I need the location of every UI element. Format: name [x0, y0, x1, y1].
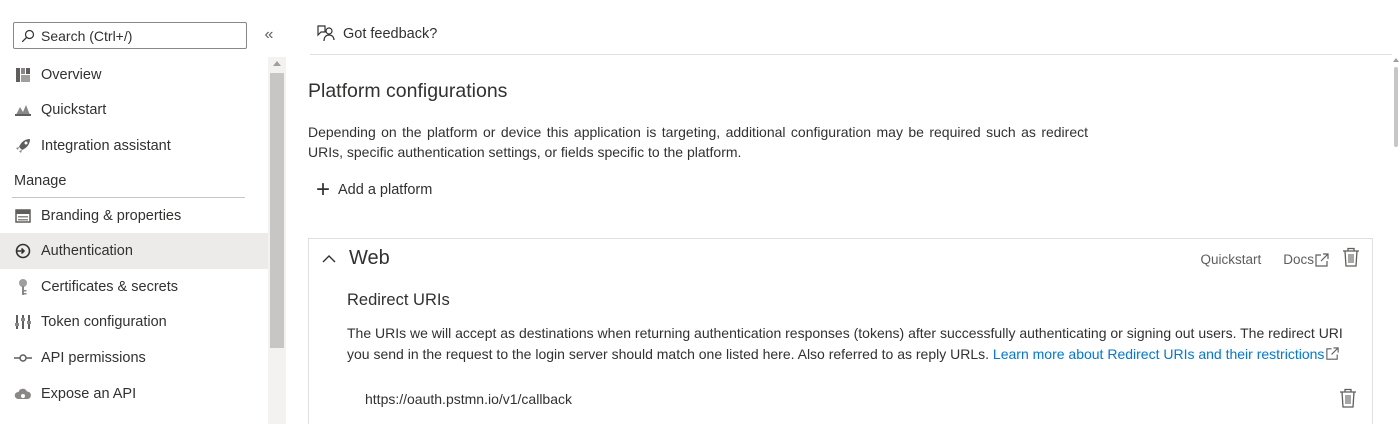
- page-title: Platform configurations: [308, 80, 508, 102]
- web-platform-card: Web Quickstart Docs Redirect URIs The UR…: [308, 238, 1373, 424]
- scroll-up-arrow-icon[interactable]: [1393, 58, 1399, 62]
- chevron-up-icon: [322, 254, 336, 262]
- rocket-icon: [14, 137, 32, 155]
- quickstart-link[interactable]: Quickstart: [1200, 252, 1261, 267]
- page-description: Depending on the platform or device this…: [308, 124, 1088, 160]
- sidebar-item-label: Overview: [41, 66, 102, 83]
- authentication-icon: [14, 242, 32, 260]
- web-card-toggle[interactable]: Web: [321, 247, 390, 270]
- plus-icon: +: [316, 176, 331, 203]
- external-link-icon: [1315, 252, 1329, 267]
- sidebar-item-label: Quickstart: [41, 102, 107, 119]
- platform-name: Web: [349, 247, 390, 269]
- sidebar-item-label: Branding & properties: [41, 207, 182, 224]
- sidebar-item-expose-an-api[interactable]: Expose an API: [0, 376, 268, 412]
- sidebar-item-api-permissions[interactable]: API permissions: [0, 340, 268, 376]
- sidebar-section-manage: Manage: [0, 164, 268, 198]
- header-divider: [310, 54, 1392, 55]
- add-platform-label: Add a platform: [338, 182, 433, 198]
- sidebar-nav: Overview Quickstart Integration assistan…: [0, 57, 268, 411]
- sidebar-item-token-configuration[interactable]: Token configuration: [0, 305, 268, 341]
- sidebar: Search (Ctrl+/) « Overview Quickstart In…: [0, 0, 286, 424]
- redirect-uris-heading: Redirect URIs: [347, 291, 450, 309]
- cloud-icon: [14, 385, 32, 403]
- delete-platform-button[interactable]: [1342, 247, 1360, 272]
- search-box[interactable]: Search (Ctrl+/): [13, 22, 247, 49]
- sidebar-item-overview[interactable]: Overview: [0, 57, 268, 93]
- scrollbar-thumb[interactable]: [1394, 67, 1398, 147]
- redirect-uri-row: https://oauth.pstmn.io/v1/callback: [347, 384, 1357, 414]
- add-platform-button[interactable]: + Add a platform: [316, 176, 433, 203]
- sidebar-item-label: Token configuration: [41, 314, 167, 331]
- feedback-label: Got feedback?: [343, 26, 438, 42]
- key-icon: [14, 278, 32, 296]
- token-icon: [14, 313, 32, 331]
- delete-uri-button[interactable]: [1339, 388, 1357, 413]
- sidebar-item-quickstart[interactable]: Quickstart: [0, 93, 268, 129]
- search-input[interactable]: Search (Ctrl+/): [41, 28, 132, 44]
- docs-label: Docs: [1283, 252, 1314, 267]
- sidebar-item-label: API permissions: [41, 349, 146, 366]
- branding-icon: [14, 207, 32, 225]
- sidebar-item-label: Certificates & secrets: [41, 278, 178, 295]
- sidebar-item-label: Expose an API: [41, 385, 137, 402]
- api-permissions-icon: [14, 349, 32, 367]
- main-scrollbar[interactable]: [1392, 55, 1400, 424]
- web-card-actions: Quickstart Docs: [1200, 247, 1360, 272]
- scrollbar-thumb[interactable]: [270, 73, 284, 348]
- sidebar-item-certificates-secrets[interactable]: Certificates & secrets: [0, 269, 268, 305]
- sidebar-item-integration-assistant[interactable]: Integration assistant: [0, 128, 268, 164]
- main-content: Got feedback? Platform configurations De…: [286, 0, 1400, 424]
- overview-icon: [14, 66, 32, 84]
- trash-icon: [1343, 247, 1359, 267]
- sidebar-item-branding[interactable]: Branding & properties: [0, 198, 268, 234]
- external-link-icon: [1326, 347, 1340, 360]
- quickstart-icon: [14, 101, 32, 119]
- docs-link[interactable]: Docs: [1283, 252, 1330, 268]
- redirect-uri-value[interactable]: https://oauth.pstmn.io/v1/callback: [365, 391, 572, 407]
- collapse-sidebar-button[interactable]: «: [262, 26, 276, 44]
- sidebar-item-label: Integration assistant: [41, 137, 171, 154]
- sidebar-item-label: Authentication: [41, 243, 133, 260]
- feedback-icon: [317, 25, 335, 42]
- feedback-button[interactable]: Got feedback?: [316, 24, 437, 44]
- sidebar-item-authentication[interactable]: Authentication: [0, 233, 268, 269]
- search-icon: [21, 29, 35, 42]
- learn-more-link[interactable]: Learn more about Redirect URIs and their…: [993, 346, 1340, 362]
- scroll-up-arrow-icon[interactable]: [273, 61, 281, 66]
- redirect-uris-description: The URIs we will accept as destinations …: [347, 323, 1367, 365]
- sidebar-scrollbar[interactable]: [268, 57, 286, 424]
- trash-icon: [1340, 388, 1356, 408]
- learn-more-label: Learn more about Redirect URIs and their…: [992, 346, 1325, 362]
